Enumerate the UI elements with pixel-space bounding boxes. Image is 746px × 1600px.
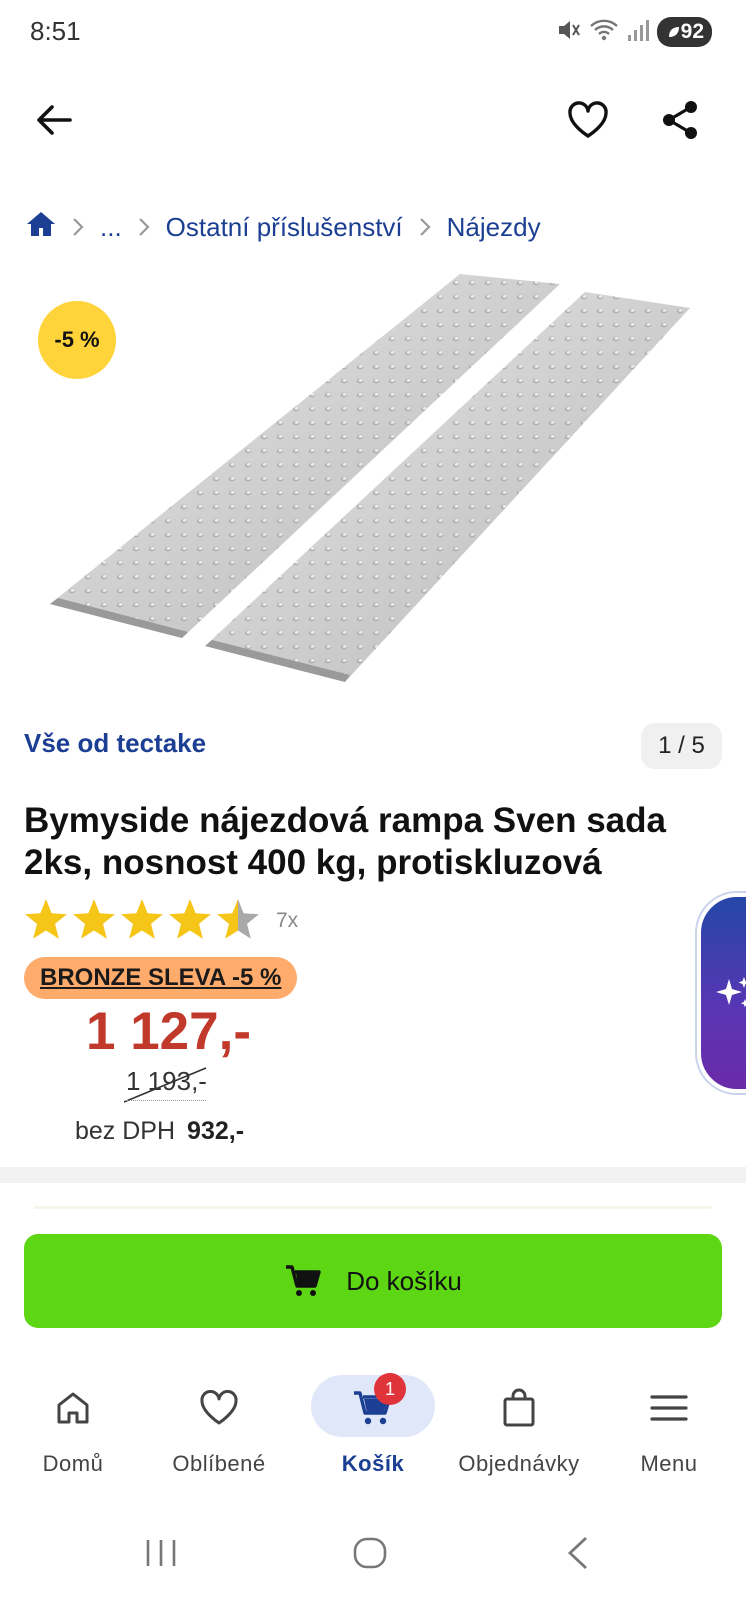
rating[interactable]: 7x — [22, 898, 298, 944]
rating-count: 7x — [276, 909, 299, 932]
breadcrumb-home[interactable] — [26, 210, 56, 245]
status-time: 8:51 — [30, 16, 81, 46]
arrow-left-icon — [37, 105, 72, 135]
status-bar: 8:51 92 — [0, 0, 746, 68]
breadcrumb-item-najezdy[interactable]: Nájezdy — [447, 212, 541, 243]
share-icon — [663, 101, 697, 139]
nav-favorites[interactable]: Oblíbené — [146, 1375, 292, 1485]
home-icon — [57, 1392, 89, 1424]
status-icons: 92 — [555, 16, 712, 48]
heart-outline-icon — [568, 101, 608, 138]
breadcrumb: ... Ostatní příslušenství Nájezdy — [26, 205, 541, 249]
chevron-right-icon — [419, 217, 431, 237]
add-to-cart-label: Do košíku — [346, 1265, 462, 1296]
net-price-value: 932,- — [187, 1117, 245, 1145]
battery-level: 92 — [680, 20, 704, 43]
net-price-label: bez DPH — [75, 1117, 176, 1145]
share-button[interactable] — [648, 88, 712, 152]
home-circle-icon — [353, 1537, 387, 1569]
ai-assistant-tab[interactable] — [697, 893, 746, 1093]
nav-home-label: Domů — [42, 1451, 104, 1476]
signal-icon — [627, 17, 649, 48]
star-icon — [121, 899, 163, 939]
nav-menu-label: Menu — [640, 1451, 698, 1476]
chevron-left-icon — [567, 1536, 587, 1570]
breadcrumb-ellipsis[interactable]: ... — [100, 212, 122, 243]
bag-icon — [503, 1388, 535, 1427]
star-icon — [25, 899, 67, 939]
home-icon — [27, 211, 55, 236]
net-price: bez DPH 932,- — [75, 1117, 244, 1146]
back-button[interactable] — [22, 88, 86, 152]
menu-icon — [650, 1395, 688, 1421]
breadcrumb-item-ostatni[interactable]: Ostatní příslušenství — [166, 212, 403, 243]
bronze-discount-badge[interactable]: BRONZE SLEVA -5 % — [24, 957, 298, 999]
back-system-button[interactable] — [548, 1528, 608, 1578]
add-to-cart-button[interactable]: Do košíku — [24, 1234, 722, 1328]
mute-icon — [555, 17, 581, 48]
nav-orders[interactable]: Objednávky — [446, 1375, 592, 1485]
star-icon — [217, 899, 259, 939]
leaf-icon — [668, 27, 679, 37]
cart-icon — [286, 1265, 321, 1296]
star-icon — [169, 899, 211, 939]
bottom-navigation: Domů Oblíbené Košík 1 Objednávky Menu — [0, 1355, 746, 1495]
star-icon — [73, 899, 115, 939]
battery-indicator: 92 — [656, 17, 712, 47]
image-pager: 1 / 5 — [641, 723, 722, 769]
section-divider — [0, 1167, 746, 1183]
old-price-underline — [126, 1100, 206, 1101]
heart-icon — [200, 1390, 238, 1425]
favorite-button[interactable] — [556, 88, 620, 152]
brand-link[interactable]: Vše od tectake — [24, 728, 206, 759]
top-app-bar — [0, 68, 746, 178]
system-navigation-bar — [0, 1510, 746, 1600]
price: 1 127,- — [86, 1002, 252, 1061]
thin-divider — [34, 1206, 712, 1209]
cart-count-badge: 1 — [374, 1373, 406, 1405]
recent-apps-button[interactable] — [131, 1528, 191, 1578]
nav-cart-label: Košík — [341, 1451, 405, 1476]
product-title: Bymyside nájezdová rampa Sven sada 2ks, … — [24, 801, 666, 882]
chevron-right-icon — [72, 217, 84, 237]
nav-orders-label: Objednávky — [458, 1451, 580, 1476]
chevron-right-icon — [138, 217, 150, 237]
discount-badge: -5 % — [38, 301, 116, 379]
nav-home[interactable]: Domů — [0, 1375, 146, 1485]
nav-favorites-label: Oblíbené — [172, 1451, 266, 1476]
sparkle-icon — [716, 977, 746, 1008]
recent-apps-icon — [146, 1540, 176, 1566]
nav-menu[interactable]: Menu — [596, 1375, 742, 1485]
nav-cart[interactable]: Košík — [300, 1375, 446, 1485]
home-system-button[interactable] — [340, 1528, 400, 1578]
strikethrough-line — [124, 1067, 207, 1103]
wifi-icon — [589, 17, 619, 48]
rating-stars — [25, 899, 259, 939]
old-price: 1 193,- — [124, 1066, 207, 1103]
